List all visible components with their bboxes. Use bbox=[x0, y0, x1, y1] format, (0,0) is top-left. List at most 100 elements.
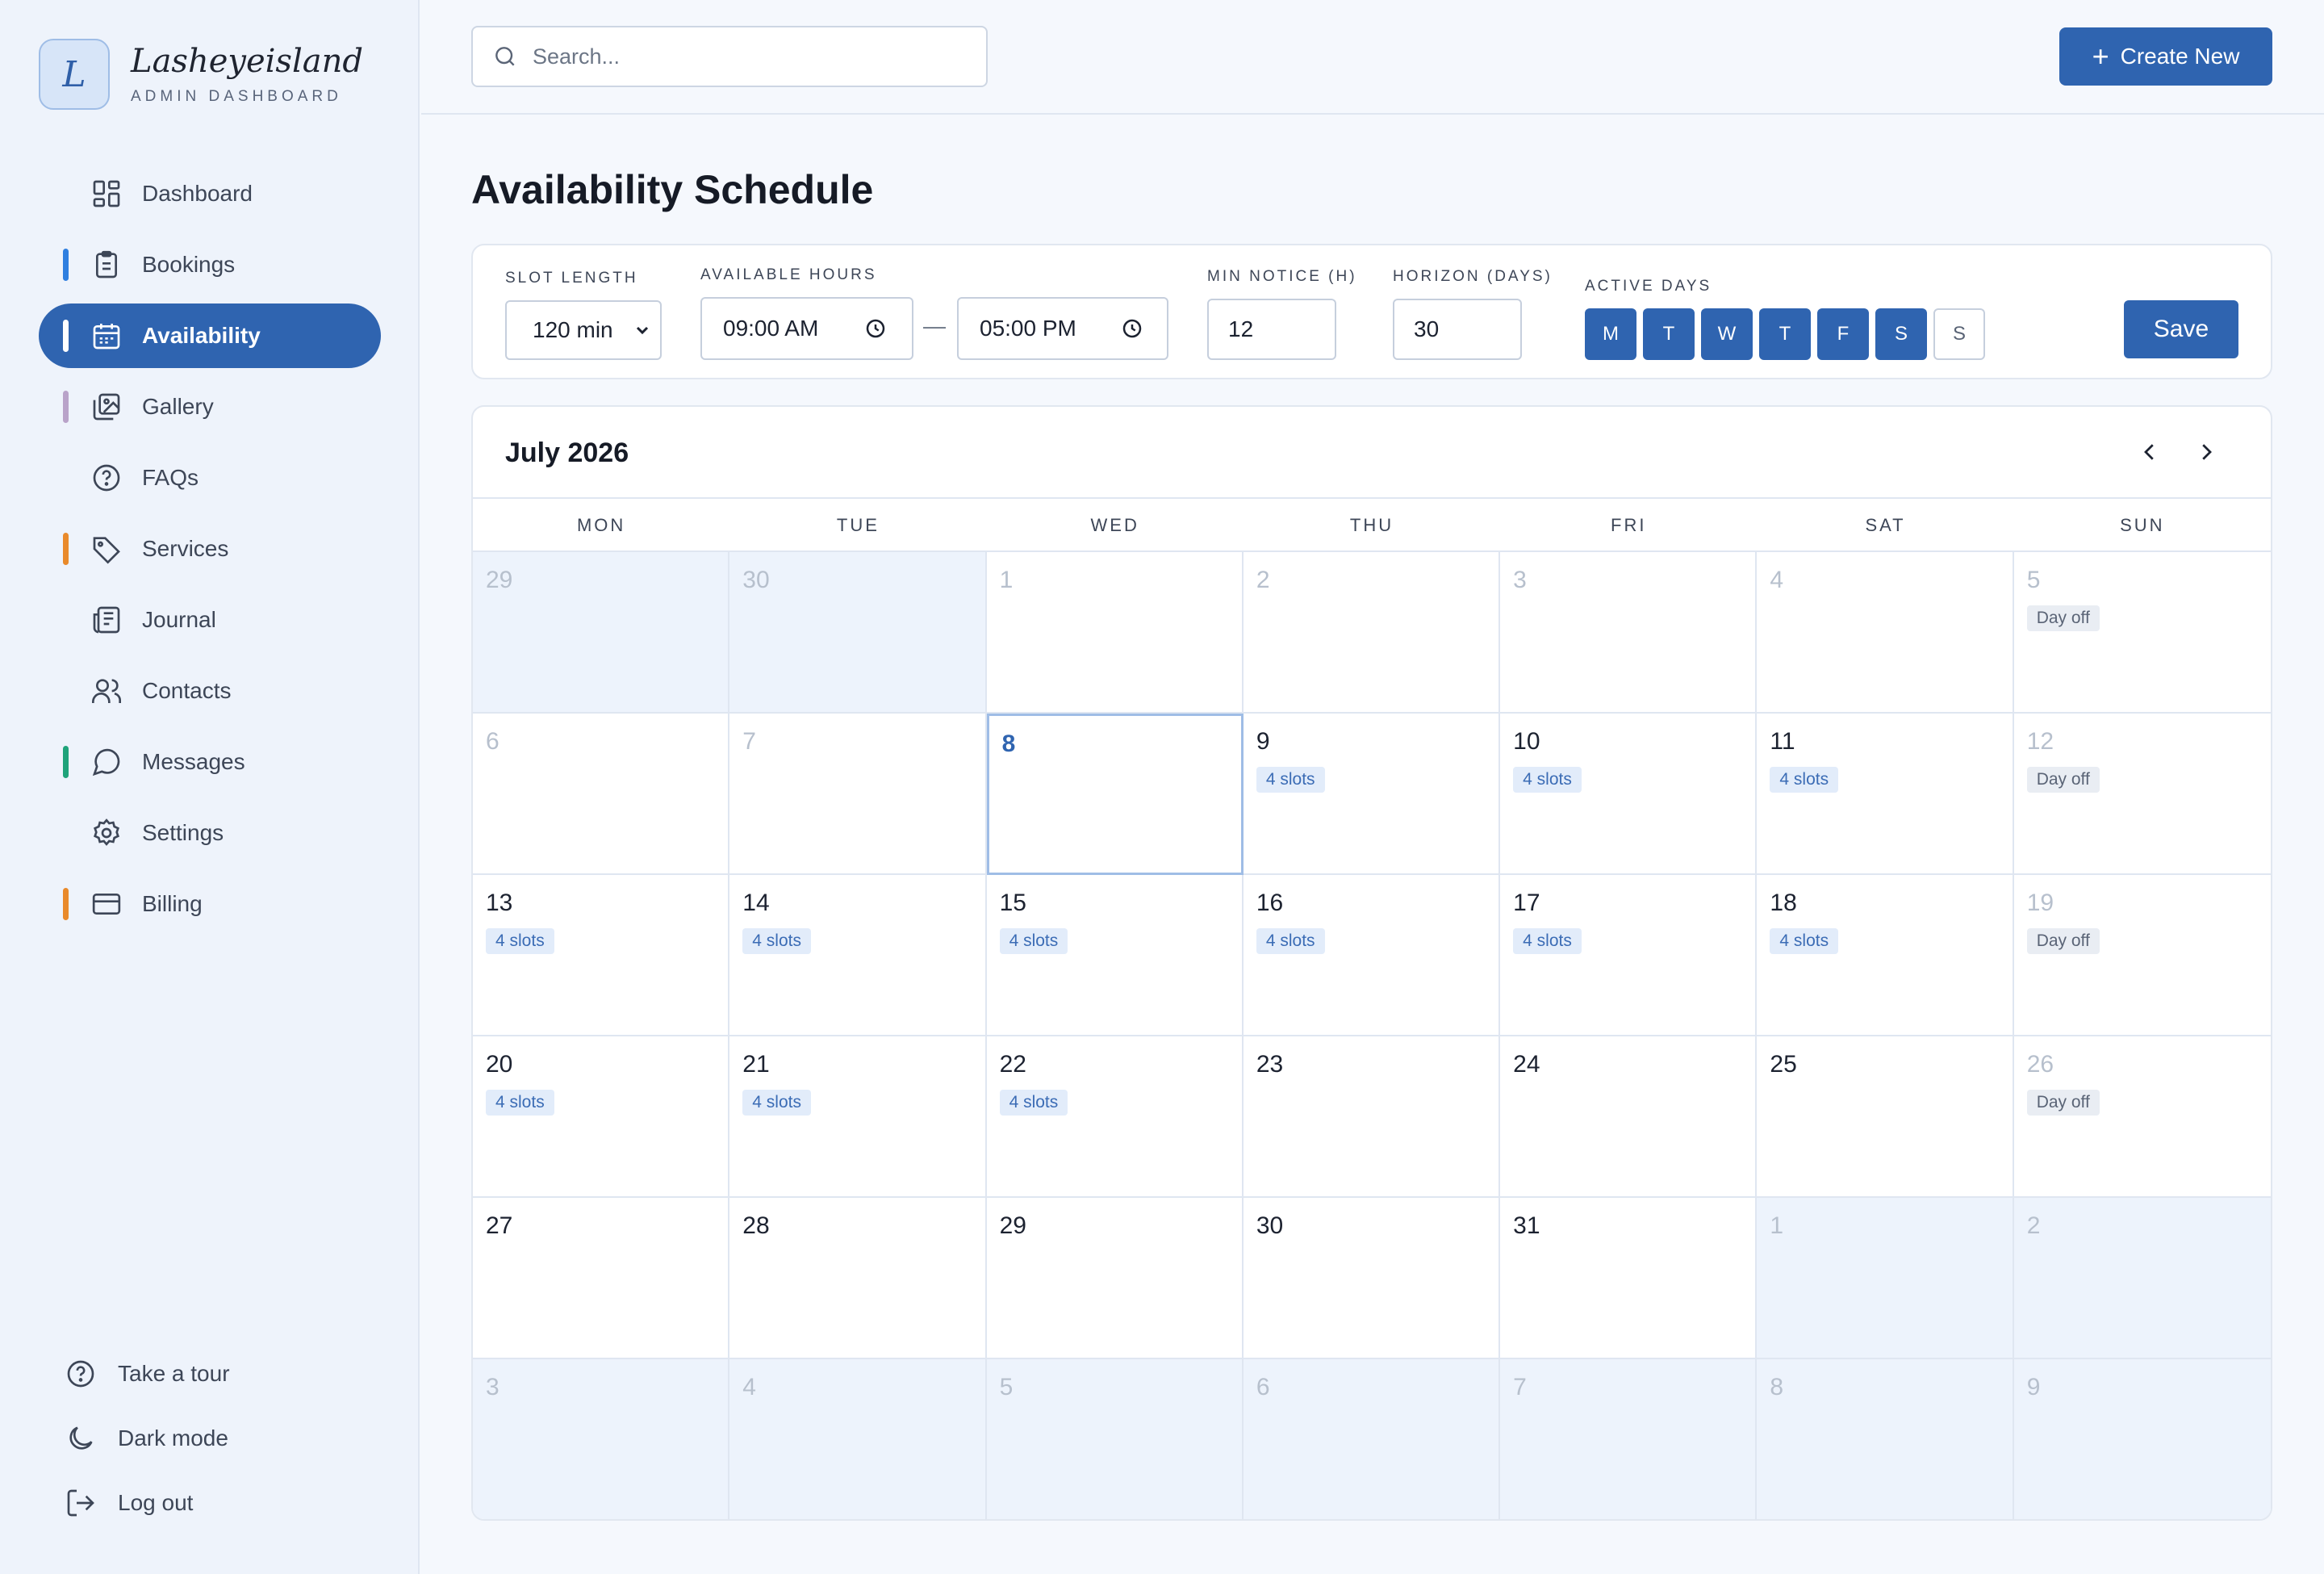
day-toggle-sun[interactable]: S bbox=[1933, 308, 1985, 360]
calendar-day[interactable]: 11 4 slots bbox=[1757, 714, 2014, 875]
sidebar-item-services[interactable]: Services bbox=[39, 517, 381, 581]
end-time-input[interactable]: 05:00 PM bbox=[957, 297, 1168, 360]
calendar-day[interactable]: 21 4 slots bbox=[729, 1036, 987, 1198]
calendar-day[interactable]: 28 bbox=[729, 1198, 987, 1359]
day-number: 3 bbox=[1513, 567, 1527, 593]
calendar-day[interactable]: 23 bbox=[1243, 1036, 1501, 1198]
day-number: 12 bbox=[2026, 728, 2054, 755]
calendar-day[interactable]: 4 bbox=[1757, 552, 2014, 714]
calendar-day[interactable]: 8 bbox=[1757, 1359, 2014, 1519]
day-toggle-thu[interactable]: T bbox=[1759, 308, 1811, 360]
prev-month-button[interactable] bbox=[2132, 434, 2167, 470]
dark-mode-toggle[interactable]: Dark mode bbox=[65, 1406, 230, 1471]
calendar-day[interactable]: 5 bbox=[986, 1359, 1244, 1519]
slots-badge: 4 slots bbox=[486, 1090, 554, 1116]
sidebar-item-messages[interactable]: Messages bbox=[39, 730, 381, 794]
calendar-day[interactable]: 31 bbox=[1500, 1198, 1758, 1359]
calendar-icon bbox=[93, 324, 120, 350]
horizon-label: HORIZON (DAYS) bbox=[1393, 268, 1553, 285]
day-toggle-mon[interactable]: M bbox=[1585, 308, 1636, 360]
sidebar-item-settings[interactable]: Settings bbox=[39, 801, 381, 865]
next-month-button[interactable] bbox=[2188, 434, 2224, 470]
calendar-day[interactable]: 13 4 slots bbox=[473, 875, 730, 1036]
calendar-day[interactable]: 29 bbox=[986, 1198, 1244, 1359]
calendar-day[interactable]: 18 4 slots bbox=[1757, 875, 2014, 1036]
min-notice-input[interactable]: 12 bbox=[1207, 299, 1336, 360]
calendar-day[interactable]: 7 bbox=[729, 714, 987, 875]
sidebar-item-label: Gallery bbox=[142, 394, 214, 419]
day-toggle-tue[interactable]: T bbox=[1643, 308, 1695, 360]
available-hours-group: AVAILABLE HOURS bbox=[700, 266, 877, 284]
slots-badge: 4 slots bbox=[1513, 928, 1582, 954]
calendar-day[interactable]: 29 bbox=[473, 552, 730, 714]
day-toggle-fri[interactable]: F bbox=[1817, 308, 1869, 360]
day-number: 22 bbox=[999, 1051, 1026, 1078]
slots-badge: 4 slots bbox=[1770, 928, 1839, 954]
create-new-button[interactable]: + Create New bbox=[2059, 27, 2272, 86]
slot-length-select[interactable]: 120 min bbox=[505, 300, 662, 360]
active-days-group: ACTIVE DAYS bbox=[1585, 278, 1712, 295]
calendar-day[interactable]: 24 bbox=[1500, 1036, 1758, 1198]
calendar-day[interactable]: 7 bbox=[1500, 1359, 1758, 1519]
calendar-grid: 29 30 1 2 3 4 5 Day off 6 7 8 9 4 slots 10 4 slots 11 4 … bbox=[473, 552, 2271, 1519]
calendar-day[interactable]: 6 bbox=[1243, 1359, 1501, 1519]
sidebar-item-journal[interactable]: Journal bbox=[39, 588, 381, 652]
sidebar-item-label: Messages bbox=[142, 749, 245, 774]
sidebar-item-availability[interactable]: Availability bbox=[39, 303, 381, 368]
weekday-header: MON TUE WED THU FRI SAT SUN bbox=[473, 499, 2271, 552]
brand[interactable]: L Lasheyeisland ADMIN DASHBOARD bbox=[39, 39, 363, 110]
brand-name: Lasheyeisland bbox=[131, 43, 363, 80]
take-tour-button[interactable]: Take a tour bbox=[65, 1342, 230, 1406]
calendar-day[interactable]: 5 Day off bbox=[2013, 552, 2271, 714]
calendar-day[interactable]: 9 bbox=[2013, 1359, 2271, 1519]
day-number: 4 bbox=[1770, 567, 1784, 593]
calendar-day[interactable]: 25 bbox=[1757, 1036, 2014, 1198]
nav-accent bbox=[63, 391, 69, 423]
calendar-day[interactable]: 2 bbox=[2013, 1198, 2271, 1359]
calendar-day[interactable]: 26 Day off bbox=[2013, 1036, 2271, 1198]
day-toggle-sat[interactable]: S bbox=[1875, 308, 1927, 360]
calendar-day[interactable]: 16 4 slots bbox=[1243, 875, 1501, 1036]
day-off-badge: Day off bbox=[2026, 1090, 2100, 1116]
sidebar-item-gallery[interactable]: Gallery bbox=[39, 375, 381, 439]
calendar-day[interactable]: 20 4 slots bbox=[473, 1036, 730, 1198]
search-input[interactable] bbox=[533, 44, 968, 69]
calendar-day[interactable]: 1 bbox=[1757, 1198, 2014, 1359]
calendar-day[interactable]: 15 4 slots bbox=[986, 875, 1244, 1036]
calendar-day[interactable]: 19 Day off bbox=[2013, 875, 2271, 1036]
sidebar-item-bookings[interactable]: Bookings bbox=[39, 232, 381, 297]
calendar-day[interactable]: 12 Day off bbox=[2013, 714, 2271, 875]
calendar-day[interactable]: 4 bbox=[729, 1359, 987, 1519]
save-button[interactable]: Save bbox=[2124, 300, 2238, 358]
calendar-day[interactable]: 17 4 slots bbox=[1500, 875, 1758, 1036]
credit-card-icon bbox=[92, 894, 121, 915]
search-box[interactable] bbox=[471, 26, 988, 87]
calendar-day[interactable]: 27 bbox=[473, 1198, 730, 1359]
calendar-day[interactable]: 14 4 slots bbox=[729, 875, 987, 1036]
sidebar-item-billing[interactable]: Billing bbox=[39, 872, 381, 936]
logout-button[interactable]: Log out bbox=[65, 1471, 230, 1535]
nav-accent bbox=[63, 533, 69, 565]
day-number: 23 bbox=[1256, 1051, 1284, 1078]
sidebar-item-dashboard[interactable]: Dashboard bbox=[39, 161, 381, 226]
calendar-day[interactable]: 6 bbox=[473, 714, 730, 875]
calendar-day[interactable]: 2 bbox=[1243, 552, 1501, 714]
horizon-input[interactable]: 30 bbox=[1393, 299, 1522, 360]
sidebar-item-label: Dashboard bbox=[142, 181, 253, 206]
calendar-day[interactable]: 10 4 slots bbox=[1500, 714, 1758, 875]
calendar-day[interactable]: 1 bbox=[986, 552, 1244, 714]
calendar-day[interactable]: 3 bbox=[473, 1359, 730, 1519]
day-toggle-wed[interactable]: W bbox=[1701, 308, 1753, 360]
start-time-input[interactable]: 09:00 AM bbox=[700, 297, 913, 360]
sidebar-item-faqs[interactable]: FAQs bbox=[39, 446, 381, 510]
min-notice-group: MIN NOTICE (H) bbox=[1207, 268, 1357, 286]
calendar-day[interactable]: 30 bbox=[729, 552, 987, 714]
nav-accent bbox=[63, 746, 69, 778]
sidebar-item-contacts[interactable]: Contacts bbox=[39, 659, 381, 723]
calendar-day[interactable]: 30 bbox=[1243, 1198, 1501, 1359]
day-number: 26 bbox=[2026, 1051, 2054, 1078]
calendar-day[interactable]: 9 4 slots bbox=[1243, 714, 1501, 875]
calendar-day[interactable]: 3 bbox=[1500, 552, 1758, 714]
calendar-day[interactable]: 22 4 slots bbox=[986, 1036, 1244, 1198]
calendar-day-today[interactable]: 8 bbox=[986, 714, 1244, 875]
